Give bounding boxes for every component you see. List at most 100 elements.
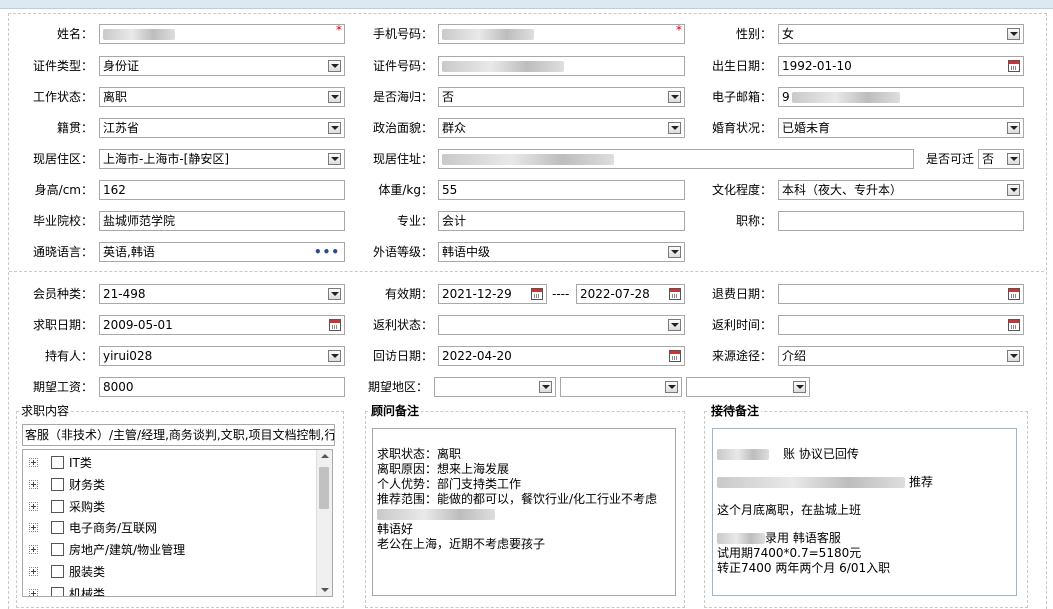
weight-field[interactable]: 55: [438, 180, 685, 200]
height-field[interactable]: 162: [99, 180, 345, 200]
email-field[interactable]: 9: [778, 87, 1024, 107]
phone-label: 手机号码：: [372, 27, 433, 41]
id-number-field[interactable]: [438, 56, 685, 76]
name-field[interactable]: *: [99, 24, 345, 44]
dropdown-arrow-icon[interactable]: [668, 246, 681, 258]
foreign-level-select[interactable]: 韩语中级: [438, 242, 685, 262]
dropdown-arrow-icon[interactable]: [328, 288, 341, 300]
dropdown-arrow-icon[interactable]: [1007, 153, 1020, 165]
category-checkbox[interactable]: [51, 478, 64, 491]
dropdown-arrow-icon[interactable]: [328, 60, 341, 72]
expand-icon[interactable]: [29, 589, 38, 596]
education-select[interactable]: 本科（夜大、专升本）: [778, 180, 1024, 200]
calendar-icon[interactable]: [329, 319, 341, 331]
source-select[interactable]: 介绍: [778, 346, 1024, 366]
title-field[interactable]: [778, 211, 1024, 231]
dropdown-arrow-icon[interactable]: [1007, 350, 1020, 362]
job-seek-date-value: 2009-05-01: [103, 318, 173, 332]
school-label: 毕业院校：: [32, 214, 93, 228]
category-tree[interactable]: IT类 财务类 采购类 电子商务/互联网 房地产/建筑/物业管理 服装类 机械类: [22, 449, 333, 597]
selected-categories-field[interactable]: 客服（非技术）/主管/经理,商务谈判,文职,项目文档控制,行: [22, 424, 335, 446]
expected-region-label: 期望地区：: [367, 380, 428, 394]
political-status-select[interactable]: 群众: [438, 118, 685, 138]
id-type-select[interactable]: 身份证: [99, 56, 345, 76]
dropdown-arrow-icon[interactable]: [665, 381, 678, 393]
visit-date-value: 2022-04-20: [442, 349, 512, 363]
masked-phone: [442, 29, 534, 40]
dropdown-arrow-icon[interactable]: [1007, 122, 1020, 134]
member-type-select[interactable]: 21-498: [99, 284, 345, 304]
expected-salary-field[interactable]: 8000: [99, 377, 345, 397]
note-line-masked: [377, 507, 671, 522]
scroll-up-icon[interactable]: [321, 454, 329, 458]
visit-date-field[interactable]: 2022-04-20: [438, 346, 685, 366]
rebate-time-field[interactable]: [778, 315, 1024, 335]
dropdown-arrow-icon[interactable]: [668, 319, 681, 331]
weight-label: 体重/kg：: [378, 183, 433, 197]
category-checkbox[interactable]: [51, 587, 64, 596]
expected-salary-value: 8000: [103, 380, 134, 394]
category-checkbox[interactable]: [51, 543, 64, 556]
calendar-icon[interactable]: [669, 288, 681, 300]
current-address-field[interactable]: [438, 149, 914, 169]
dropdown-arrow-icon[interactable]: [1007, 28, 1020, 40]
validity-separator: ----: [552, 287, 570, 301]
languages-field[interactable]: 英语,韩语 •••: [99, 242, 345, 262]
dropdown-arrow-icon[interactable]: [793, 381, 806, 393]
major-field[interactable]: 会计: [438, 211, 685, 231]
note-line: 账 协议已回传: [717, 447, 1012, 475]
refund-date-field[interactable]: [778, 284, 1024, 304]
expected-region-city-select[interactable]: [560, 377, 682, 397]
phone-field[interactable]: *: [438, 24, 685, 44]
current-area-select[interactable]: 上海市-上海市-[静安区]: [99, 149, 345, 169]
gender-select[interactable]: 女: [778, 24, 1024, 44]
expected-salary-label: 期望工资：: [32, 380, 93, 394]
calendar-icon[interactable]: [531, 288, 543, 300]
reception-notes-textarea[interactable]: 账 协议已回传 推荐 这个月底离职，在盐城上班 录用 韩语客服 试用期7400*0.7=…: [712, 428, 1017, 596]
dropdown-arrow-icon[interactable]: [328, 91, 341, 103]
scroll-down-icon[interactable]: [321, 588, 329, 592]
expand-icon[interactable]: [29, 545, 38, 554]
calendar-icon[interactable]: [1008, 60, 1020, 72]
native-place-select[interactable]: 江苏省: [99, 118, 345, 138]
scroll-thumb[interactable]: [319, 467, 329, 509]
dropdown-arrow-icon[interactable]: [1007, 184, 1020, 196]
school-field[interactable]: 盐城师范学院: [99, 211, 345, 231]
holder-select[interactable]: yirui028: [99, 346, 345, 366]
rebate-status-select[interactable]: [438, 315, 685, 335]
advisor-notes-textarea[interactable]: 求职状态：离职 离职原因：想来上海发展 个人优势：部门支持类工作 推荐范围：能做的都可…: [372, 428, 676, 596]
expand-icon[interactable]: [29, 502, 38, 511]
masked-text: [717, 533, 765, 544]
work-status-select[interactable]: 离职: [99, 87, 345, 107]
marital-status-select[interactable]: 已婚未育: [778, 118, 1024, 138]
category-checkbox[interactable]: [51, 456, 64, 469]
expand-icon[interactable]: [29, 567, 38, 576]
overseas-return-select[interactable]: 否: [438, 87, 685, 107]
dropdown-arrow-icon[interactable]: [328, 153, 341, 165]
expected-region-district-select[interactable]: [686, 377, 810, 397]
validity-end-field[interactable]: 2022-07-28: [576, 284, 685, 304]
calendar-icon[interactable]: [1008, 319, 1020, 331]
dropdown-arrow-icon[interactable]: [539, 381, 552, 393]
overseas-return-value: 否: [442, 90, 455, 104]
category-checkbox[interactable]: [51, 500, 64, 513]
relocate-select[interactable]: 否: [978, 149, 1024, 169]
category-checkbox[interactable]: [51, 521, 64, 534]
calendar-icon[interactable]: [1008, 288, 1020, 300]
validity-start-field[interactable]: 2021-12-29: [438, 284, 547, 304]
id-type-label: 证件类型：: [32, 59, 93, 73]
expected-region-province-select[interactable]: [434, 377, 556, 397]
more-options-icon[interactable]: •••: [314, 245, 340, 259]
tree-scrollbar[interactable]: [316, 450, 332, 596]
expand-icon[interactable]: [29, 480, 38, 489]
dropdown-arrow-icon[interactable]: [668, 91, 681, 103]
category-checkbox[interactable]: [51, 565, 64, 578]
dropdown-arrow-icon[interactable]: [328, 122, 341, 134]
job-seek-date-field[interactable]: 2009-05-01: [99, 315, 345, 335]
birth-date-field[interactable]: 1992-01-10: [778, 56, 1024, 76]
dropdown-arrow-icon[interactable]: [668, 122, 681, 134]
expand-icon[interactable]: [29, 523, 38, 532]
expand-icon[interactable]: [29, 458, 38, 467]
dropdown-arrow-icon[interactable]: [328, 350, 341, 362]
calendar-icon[interactable]: [669, 350, 681, 362]
